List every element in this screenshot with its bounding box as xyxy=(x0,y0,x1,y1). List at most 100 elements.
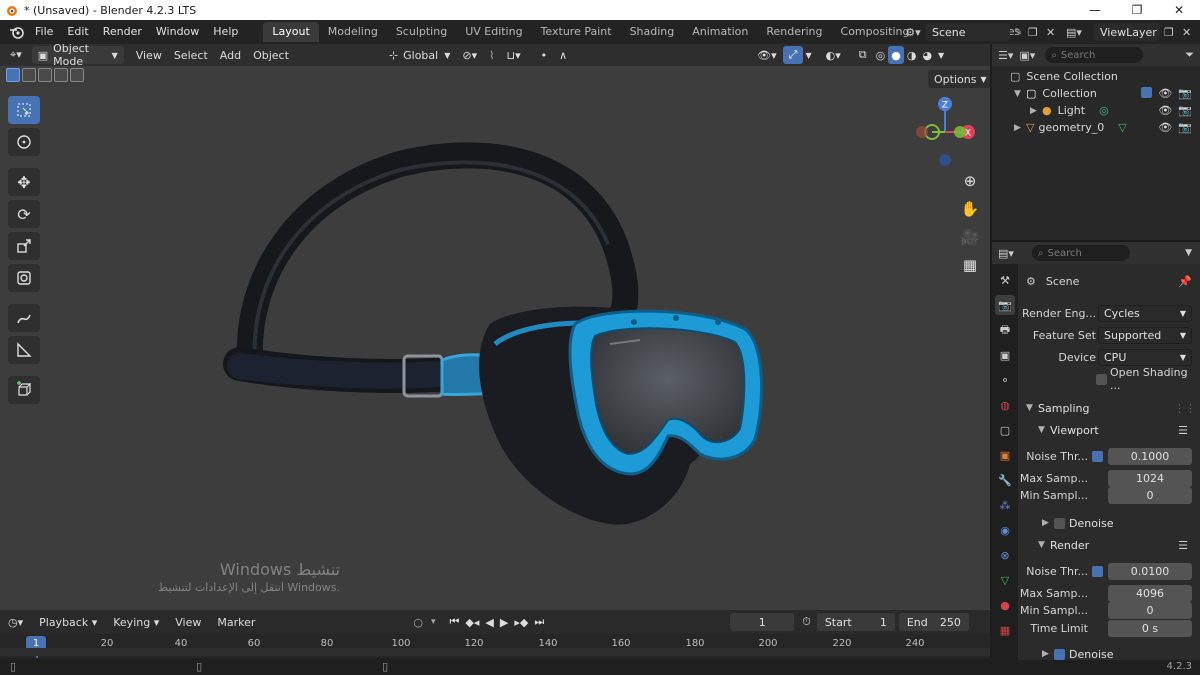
view-layer-tab-icon[interactable]: ▣ xyxy=(995,345,1015,365)
outliner-search-input[interactable]: ⌕ Search xyxy=(1045,47,1144,63)
jump-end-icon[interactable]: ⏭ xyxy=(534,615,544,629)
key-type-icon[interactable]: ▾ xyxy=(431,617,436,627)
time-limit-field[interactable]: 0 s xyxy=(1108,619,1192,637)
outliner-filter-icon[interactable]: ⏷ xyxy=(1185,48,1194,62)
data-tab-icon[interactable]: ▽ xyxy=(995,570,1015,590)
device-dropdown[interactable]: CPU ▼ xyxy=(1098,348,1192,366)
viewlayer-name-field[interactable]: ViewLayer xyxy=(1094,23,1160,41)
render-tab-icon[interactable]: 📷 xyxy=(995,295,1015,315)
particles-tab-icon[interactable]: ⁂ xyxy=(995,495,1015,515)
r-denoise-subpanel-header[interactable]: ▶ Denoise xyxy=(1022,644,1196,664)
perspective-grid-icon[interactable]: ▦ xyxy=(958,254,982,276)
scene-pin-icon[interactable]: ✎ xyxy=(1014,27,1028,38)
camera-icon[interactable]: 📷 xyxy=(1178,104,1192,117)
output-tab-icon[interactable]: 🖶 xyxy=(995,320,1015,340)
pan-hand-icon[interactable]: ✋ xyxy=(958,198,982,220)
material-tab-icon[interactable]: ● xyxy=(995,595,1015,615)
object-tab-icon[interactable]: ▣ xyxy=(995,445,1015,465)
scene-name-field[interactable]: Scene xyxy=(926,23,1010,41)
jump-keyframe-forward-icon[interactable]: ▸◆ xyxy=(514,616,528,629)
3d-viewport[interactable]: ⌖▾ ▣ Object Mode ▼ View Select Add Object… xyxy=(0,44,990,610)
menu-keying[interactable]: Keying ▾ xyxy=(105,616,167,629)
timeline-scrollbar[interactable] xyxy=(0,648,990,656)
vp-noise-checkbox[interactable] xyxy=(1092,450,1103,462)
menu-timeline-view[interactable]: View xyxy=(167,616,209,629)
blender-menu-icon[interactable] xyxy=(6,21,28,43)
menu-marker[interactable]: Marker xyxy=(209,616,263,629)
r-min-samples-field[interactable]: 0 xyxy=(1108,601,1192,619)
display-mode-icon[interactable]: ▣▾ xyxy=(1019,49,1035,62)
collapse-arrow-icon[interactable]: ▼ xyxy=(1038,540,1050,550)
outliner-row-collection[interactable]: ▼ ▢ Collection 👁 📷 xyxy=(992,85,1200,102)
texture-tab-icon[interactable]: ▦ xyxy=(995,620,1015,640)
minimize-button[interactable]: — xyxy=(1074,0,1116,20)
feature-set-dropdown[interactable]: Supported ▼ xyxy=(1098,326,1192,344)
timeline-editor-type-icon[interactable]: ◷▾ xyxy=(0,616,31,629)
delete-scene-icon[interactable]: ✕ xyxy=(1046,26,1066,39)
expand-arrow-icon[interactable]: ▶ xyxy=(1042,649,1054,659)
eye-icon[interactable]: 👁 xyxy=(1158,87,1172,100)
sampling-panel-header[interactable]: ▼ Sampling ⋮⋮ xyxy=(1022,398,1196,418)
collection-tab-icon[interactable]: ▢ xyxy=(995,420,1015,440)
collapse-arrow-icon[interactable]: ▼ xyxy=(1038,425,1050,435)
vp-denoise-checkbox[interactable] xyxy=(1054,517,1065,529)
zoom-icon[interactable]: ⊕ xyxy=(958,170,982,192)
camera-view-icon[interactable]: 🎥 xyxy=(958,226,982,248)
delete-viewlayer-icon[interactable]: ✕ xyxy=(1182,26,1200,39)
eye-icon[interactable]: 👁 xyxy=(1158,104,1172,117)
expand-arrow-icon[interactable]: ▼ xyxy=(1014,89,1026,99)
camera-icon[interactable]: 📷 xyxy=(1178,121,1192,134)
modifiers-tab-icon[interactable]: 🔧 xyxy=(995,470,1015,490)
close-button[interactable]: ✕ xyxy=(1158,0,1200,20)
mesh-data-icon[interactable]: ▽ xyxy=(1118,121,1126,134)
tab-shading[interactable]: Shading xyxy=(621,22,684,42)
outliner-row-light[interactable]: ▶ ● Light ◎ 👁 📷 xyxy=(992,102,1200,119)
pin-icon[interactable]: 📌 xyxy=(1178,275,1192,288)
expand-arrow-icon[interactable]: ▶ xyxy=(1042,518,1054,528)
expand-arrow-icon[interactable]: ▶ xyxy=(1014,123,1026,133)
jump-start-icon[interactable]: ⏮ xyxy=(450,615,460,629)
properties-search-input[interactable]: ⌕ Search xyxy=(1031,245,1130,261)
list-presets-icon[interactable]: ☰ xyxy=(1178,539,1188,552)
camera-icon[interactable]: 📷 xyxy=(1178,87,1192,100)
vp-denoise-subpanel-header[interactable]: ▶ Denoise xyxy=(1022,513,1196,533)
auto-keying-icon[interactable]: ○ xyxy=(413,616,423,629)
vp-min-samples-field[interactable]: 0 xyxy=(1108,486,1192,504)
tab-texture-paint[interactable]: Texture Paint xyxy=(532,22,621,42)
vp-max-samples-field[interactable]: 1024 xyxy=(1108,469,1192,487)
eye-icon[interactable]: 👁 xyxy=(1158,121,1172,134)
maximize-button[interactable]: ❐ xyxy=(1116,0,1158,20)
start-frame-field[interactable]: Start 1 xyxy=(816,613,895,631)
play-icon[interactable]: ▶ xyxy=(500,616,508,629)
menu-file[interactable]: File xyxy=(28,20,60,44)
render-engine-dropdown[interactable]: Cycles ▼ xyxy=(1098,304,1192,322)
menu-window[interactable]: Window xyxy=(149,20,206,44)
outliner-row-scene-collection[interactable]: ▢ Scene Collection xyxy=(992,68,1200,85)
outliner-row-geometry[interactable]: ▶ ▽ geometry_0 ▽ 👁 📷 xyxy=(992,119,1200,136)
new-viewlayer-icon[interactable]: ❐ xyxy=(1164,26,1182,39)
tab-uv-editing[interactable]: UV Editing xyxy=(456,22,531,42)
world-tab-icon[interactable]: ◍ xyxy=(995,395,1015,415)
render-subpanel-header[interactable]: ▼ Render ☰ xyxy=(1022,535,1196,555)
new-scene-icon[interactable]: ❐ xyxy=(1028,26,1046,39)
menu-help[interactable]: Help xyxy=(206,20,245,44)
tab-rendering[interactable]: Rendering xyxy=(757,22,831,42)
open-shading-checkbox[interactable] xyxy=(1096,373,1107,385)
tab-animation[interactable]: Animation xyxy=(683,22,757,42)
r-max-samples-field[interactable]: 4096 xyxy=(1108,584,1192,602)
viewport-subpanel-header[interactable]: ▼ Viewport ☰ xyxy=(1022,420,1196,440)
scene-tab-icon[interactable]: ⚬ xyxy=(995,370,1015,390)
viewlayer-browse-icon[interactable]: ▤▾ xyxy=(1066,26,1094,39)
r-noise-field[interactable]: 0.0100 xyxy=(1108,562,1192,580)
vp-noise-field[interactable]: 0.1000 xyxy=(1108,447,1192,465)
menu-edit[interactable]: Edit xyxy=(60,20,95,44)
tool-tab-icon[interactable]: ⚒ xyxy=(995,270,1015,290)
collapse-arrow-icon[interactable]: ▼ xyxy=(1026,403,1038,413)
properties-editor-type-icon[interactable]: ▤▾ xyxy=(998,247,1014,260)
physics-tab-icon[interactable]: ◉ xyxy=(995,520,1015,540)
preview-range-icon[interactable]: ⏱ xyxy=(802,615,811,629)
scene-browse-icon[interactable]: ⚙▾ xyxy=(900,26,926,39)
constraints-tab-icon[interactable]: ⊗ xyxy=(995,545,1015,565)
jump-keyframe-back-icon[interactable]: ◆◂ xyxy=(465,616,479,629)
list-presets-icon[interactable]: ☰ xyxy=(1178,424,1188,437)
